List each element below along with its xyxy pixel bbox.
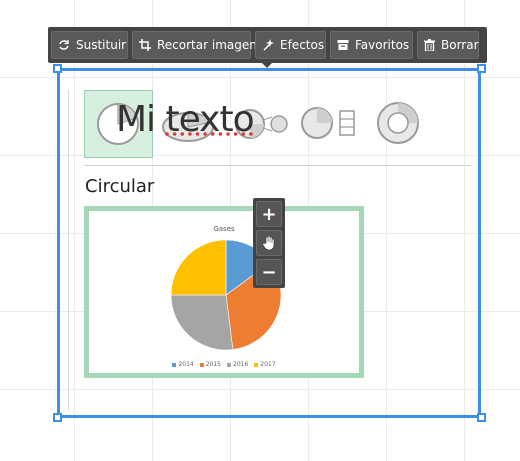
resize-handle-top-left[interactable] <box>53 64 62 73</box>
resize-handle-bottom-left[interactable] <box>53 413 62 422</box>
crop-image-label: Recortar imagen <box>157 38 257 52</box>
resize-handle-top-right[interactable] <box>477 64 486 73</box>
replace-button[interactable]: Sustituir <box>51 31 128 59</box>
delete-button[interactable]: Borrar <box>417 31 479 59</box>
refresh-icon <box>59 40 69 50</box>
trash-icon <box>424 39 435 51</box>
favorites-label: Favoritos <box>355 38 410 52</box>
favorites-button[interactable]: Favoritos <box>330 31 413 59</box>
replace-label: Sustituir <box>76 38 127 52</box>
image-toolbar: Sustituir Recortar imagen Efectos Favori… <box>48 27 487 68</box>
effects-button[interactable]: Efectos <box>255 31 326 59</box>
archive-icon <box>337 40 349 50</box>
selection-frame <box>57 68 481 418</box>
effects-label: Efectos <box>280 38 325 52</box>
crop-image-button[interactable]: Recortar imagen <box>132 31 257 59</box>
resize-handle-bottom-right[interactable] <box>477 413 486 422</box>
delete-label: Borrar <box>441 38 479 52</box>
crop-icon <box>139 39 151 51</box>
sparkle-icon <box>263 39 274 51</box>
